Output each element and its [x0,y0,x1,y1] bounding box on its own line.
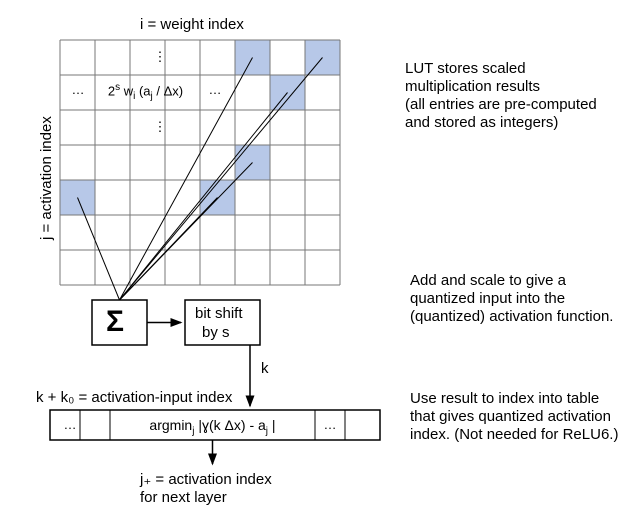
note1-line2: multiplication results [405,78,540,96]
sigma-label: Σ [106,304,124,340]
jplus-line2: for next layer [140,489,227,507]
grid-vellipsis-top: ⋮ [150,49,170,65]
note1-line4: and stored as integers) [405,114,558,132]
row-ellipsis-right: … [320,417,340,433]
grid-vellipsis-bottom: ⋮ [150,119,170,135]
note3-line3: index. (Not needed for ReLU6.) [410,426,618,444]
row-formula: argminj |ɣ(k Δx) - aj | [110,417,315,438]
k-label: k [261,360,269,378]
i-axis-label: i = weight index [140,16,244,34]
note2-line1: Add and scale to give a [410,272,566,290]
bitshift-line2: by s [202,324,230,342]
note3-line2: that gives quantized activation [410,408,611,426]
diagram-frame: i = weight index j = activation index ⋮ … [0,0,640,525]
row-ellipsis-left: … [60,417,80,433]
note2-line2: quantized input into the [410,290,565,308]
grid-formula-cell: 2s wi (aj / Δx) [88,82,203,103]
k-k0-label: k + k₀ = activation-input index [36,389,232,407]
bitshift-line1: bit shift [195,305,243,323]
grid-ellipsis-left: … [68,82,88,98]
jplus-line1: j₊ = activation index [140,471,272,489]
note1-line3: (all entries are pre-computed [405,96,597,114]
diagram-svg [0,0,640,525]
note2-line3: (quantized) activation function. [410,308,613,326]
j-axis-label: j = activation index [38,116,56,240]
note3-line1: Use result to index into table [410,390,599,408]
note1-line1: LUT stores scaled [405,60,526,78]
grid-ellipsis-right: … [205,82,225,98]
